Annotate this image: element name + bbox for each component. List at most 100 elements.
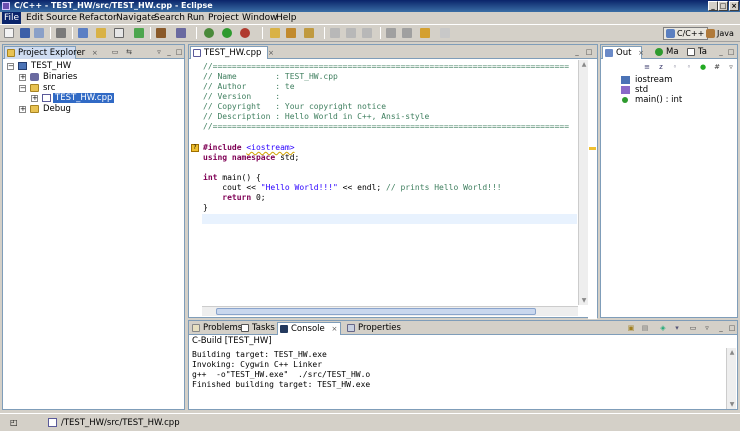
expand-toggle[interactable]: + (19, 74, 26, 81)
fast-view-icon[interactable]: ◰ (10, 418, 19, 427)
previous-annotation-icon[interactable] (402, 28, 412, 38)
next-annotation-icon[interactable] (386, 28, 396, 38)
minimize-view-icon[interactable]: _ (573, 48, 581, 56)
hide-nonpublic-icon[interactable]: ● (699, 63, 707, 71)
tree-item-debug[interactable]: + Debug (19, 104, 71, 115)
tree-item-binaries[interactable]: + Binaries (19, 72, 77, 83)
new-file-icon[interactable] (114, 28, 124, 38)
menu-run[interactable]: Run (185, 12, 206, 24)
search-icon[interactable] (176, 28, 186, 38)
sort-az-icon[interactable]: z (657, 63, 665, 71)
maximize-view-icon[interactable]: □ (175, 48, 183, 56)
close-icon[interactable]: × (92, 49, 98, 57)
search-file-icon[interactable] (304, 28, 314, 38)
tab-problems[interactable]: Problems (190, 322, 246, 335)
hide-static-icon[interactable]: ◦ (685, 63, 693, 71)
build-hammer-icon[interactable] (156, 28, 166, 38)
maximize-view-icon[interactable]: □ (585, 48, 593, 56)
external-tools-icon[interactable] (240, 28, 250, 38)
tree-item-test-hw[interactable]: − TEST_HW (7, 61, 71, 72)
new-project-icon[interactable] (78, 28, 88, 38)
save-all-icon[interactable] (34, 28, 44, 38)
tab-properties[interactable]: Properties (345, 322, 405, 335)
tree-item-test-hw-cpp[interactable]: + TEST_HW.cpp (31, 93, 115, 104)
open-console-icon[interactable]: ▭ (689, 324, 697, 332)
open-type-icon[interactable] (270, 28, 280, 38)
sort-icon[interactable]: ≡ (643, 63, 651, 71)
annotation-icon[interactable] (330, 28, 340, 38)
console-vertical-scrollbar[interactable]: ▲ ▼ (726, 348, 736, 409)
hide-fields-icon[interactable]: ◦ (671, 63, 679, 71)
scroll-up-arrow-icon[interactable]: ▲ (580, 60, 588, 69)
back-arrow-icon[interactable] (420, 28, 430, 38)
horizontal-scroll-thumb[interactable] (216, 308, 536, 315)
vertical-scrollbar[interactable]: ▲ ▼ (578, 60, 588, 305)
forward-arrow-icon[interactable] (440, 28, 450, 38)
close-icon[interactable]: × (268, 49, 274, 57)
clear-console-icon[interactable]: ▤ (641, 324, 649, 332)
close-button[interactable]: × (729, 1, 739, 11)
minimize-view-icon[interactable]: _ (165, 48, 173, 56)
link-editor-icon[interactable]: ⇆ (125, 48, 133, 56)
collapse-toggle[interactable]: − (19, 85, 26, 92)
outline-item-iostream[interactable]: iostream (621, 75, 672, 85)
new-icon[interactable] (4, 28, 14, 38)
menu-project[interactable]: Project (206, 12, 241, 24)
warning-marker-icon[interactable]: ? (191, 144, 199, 152)
maximize-button[interactable]: □ (718, 1, 728, 11)
tab-make-targets[interactable]: Ma (653, 46, 683, 59)
maximize-view-icon[interactable]: □ (728, 324, 736, 332)
menu-help[interactable]: Help (274, 12, 299, 24)
minimize-view-icon[interactable]: _ (717, 48, 725, 56)
collapse-all-icon[interactable]: ▭ (111, 48, 119, 56)
include-icon (621, 76, 630, 84)
show-whitespace-icon[interactable] (346, 28, 356, 38)
view-menu-icon[interactable]: ▿ (703, 324, 711, 332)
close-icon[interactable]: × (638, 49, 644, 57)
tab-console[interactable]: Console × (277, 322, 341, 335)
scroll-lock-icon[interactable]: ▣ (627, 324, 635, 332)
tab-tasks[interactable]: Tasks (239, 322, 279, 335)
save-icon[interactable] (20, 28, 30, 38)
tab-outline[interactable]: Out × (602, 46, 644, 59)
tree-item-label: Binaries (43, 72, 78, 82)
menu-source[interactable]: Source (44, 12, 79, 24)
view-menu-icon[interactable]: ▿ (727, 63, 735, 71)
perspective-cpp[interactable]: C/C++ (663, 27, 709, 40)
view-menu-icon[interactable]: ▿ (155, 48, 163, 56)
scroll-up-arrow-icon[interactable]: ▲ (728, 348, 736, 357)
outline-item-std[interactable]: std (621, 85, 648, 95)
expand-toggle[interactable]: + (31, 95, 38, 102)
scroll-down-arrow-icon[interactable]: ▼ (728, 400, 736, 409)
expand-toggle[interactable]: + (19, 106, 26, 113)
debug-icon[interactable] (204, 28, 214, 38)
group-includes-icon[interactable]: # (713, 63, 721, 71)
tab-test-hw-cpp[interactable]: TEST_HW.cpp × (190, 46, 274, 59)
scroll-down-arrow-icon[interactable]: ▼ (580, 296, 588, 305)
new-class-icon[interactable] (134, 28, 144, 38)
perspective-java-label: Java (717, 29, 734, 38)
horizontal-scrollbar[interactable] (202, 306, 578, 316)
menu-edit[interactable]: Edit (24, 12, 45, 24)
maximize-view-icon[interactable]: □ (727, 48, 735, 56)
outline-item-main[interactable]: main() : int (621, 95, 682, 105)
perspective-java[interactable]: Java (703, 27, 738, 40)
collapse-toggle[interactable]: − (7, 63, 14, 70)
minimize-view-icon[interactable]: _ (717, 324, 725, 332)
menu-file[interactable]: File (2, 12, 22, 24)
pin-console-icon[interactable]: ◈ (659, 324, 667, 332)
close-icon[interactable]: × (331, 325, 337, 333)
eclipse-app-icon (2, 2, 10, 10)
block-select-icon[interactable] (362, 28, 372, 38)
display-console-icon[interactable]: ▾ (673, 324, 681, 332)
warning-overview-marker[interactable] (589, 147, 596, 150)
tab-task-list[interactable]: Ta (685, 46, 711, 59)
open-element-icon[interactable] (286, 28, 296, 38)
print-icon[interactable] (56, 28, 66, 38)
minimize-button[interactable]: _ (708, 1, 718, 11)
tab-project-explorer[interactable]: Project Explorer × (4, 46, 98, 59)
run-icon[interactable] (222, 28, 232, 38)
new-folder-icon[interactable] (96, 28, 106, 38)
menu-search[interactable]: Search (152, 12, 187, 24)
menu-refactor[interactable]: Refactor (77, 12, 119, 24)
